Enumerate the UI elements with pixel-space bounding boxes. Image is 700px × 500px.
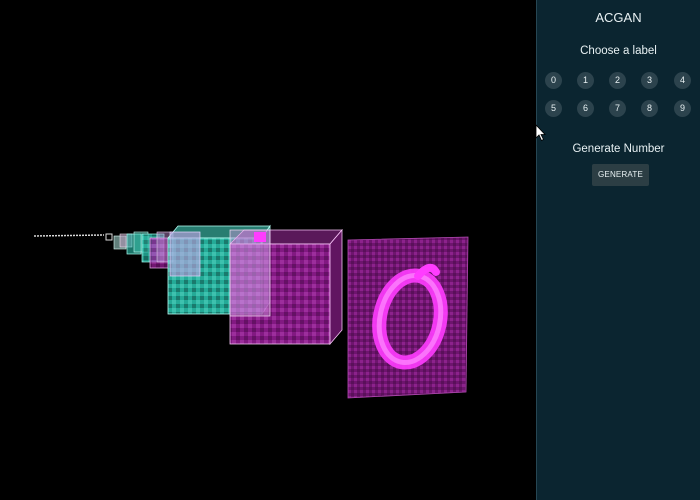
digit-button-7[interactable]: 7: [609, 100, 626, 117]
mouse-cursor-icon: [535, 124, 546, 142]
digit-button-6[interactable]: 6: [577, 100, 594, 117]
generate-button[interactable]: GENERATE: [592, 164, 649, 186]
digit-button-0[interactable]: 0: [545, 72, 562, 89]
digit-button-2[interactable]: 2: [609, 72, 626, 89]
digit-button-3[interactable]: 3: [641, 72, 658, 89]
magenta-conv-layer[interactable]: [229, 228, 343, 346]
control-panel: ACGAN Choose a label 0 1 2 3 4 5 6 7 8 9…: [536, 0, 700, 500]
digit-button-9[interactable]: 9: [674, 100, 691, 117]
digit-button-8[interactable]: 8: [641, 100, 658, 117]
digit-button-5[interactable]: 5: [545, 100, 562, 117]
output-image[interactable]: [347, 236, 469, 399]
generate-number-heading: Generate Number: [572, 143, 665, 155]
digit-button-1[interactable]: 1: [577, 72, 594, 89]
input-layer[interactable]: [33, 233, 113, 241]
choose-label-heading: Choose a label: [580, 45, 657, 57]
app-title: ACGAN: [595, 10, 642, 25]
digit-button-4[interactable]: 4: [674, 72, 691, 89]
network-visualization[interactable]: [0, 0, 536, 500]
